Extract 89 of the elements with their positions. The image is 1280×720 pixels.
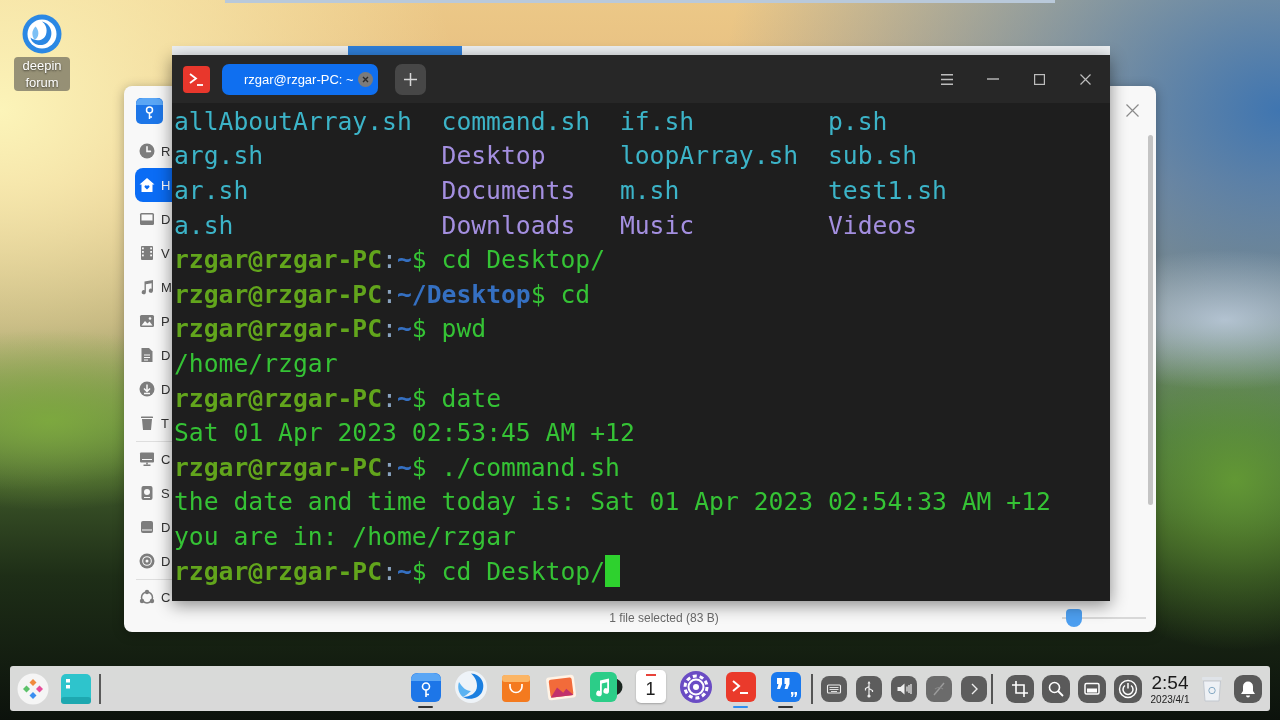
terminal-icon[interactable] xyxy=(723,670,758,704)
file-name: arg.sh xyxy=(174,141,264,171)
output-line: you are in: /home/rzgar xyxy=(174,521,516,551)
folder-name: Desktop xyxy=(441,141,546,171)
file-name: ar.sh xyxy=(174,176,249,205)
monitor-icon[interactable] xyxy=(1078,674,1106,703)
search-icon[interactable] xyxy=(1042,674,1070,703)
file-name: sub.sh xyxy=(827,141,918,171)
power-icon[interactable] xyxy=(1114,674,1142,703)
output-line: /home/rzgar xyxy=(174,348,338,378)
menu-icon[interactable] xyxy=(941,73,953,85)
monitor-icon xyxy=(139,211,155,227)
sidebar-item[interactable]: C xyxy=(135,442,172,476)
file-name: m.sh xyxy=(619,176,680,205)
sidebar-item[interactable]: D xyxy=(135,544,172,578)
sidebar-item[interactable]: V xyxy=(135,236,172,270)
trash-icon xyxy=(139,415,155,431)
file-name: test1.sh xyxy=(827,176,947,205)
image-icon xyxy=(139,313,155,329)
sidebar-item[interactable]: S xyxy=(135,476,172,510)
swirl-logo-icon[interactable] xyxy=(22,14,62,54)
command-line: rzgar@rzgar-PC:~/Desktop$ cd xyxy=(174,279,591,309)
drive-icon xyxy=(139,485,155,501)
maximize-icon[interactable] xyxy=(1033,73,1045,85)
sidebar-item[interactable]: M xyxy=(135,270,172,304)
calendar-button[interactable]: 1 xyxy=(635,670,666,703)
computer-icon xyxy=(139,451,155,467)
quote-icon[interactable] xyxy=(768,670,803,704)
command-line: rzgar@rzgar-PC:~$ ./command.sh xyxy=(174,452,620,482)
film-icon xyxy=(139,245,155,261)
folder-name: Documents xyxy=(441,176,576,205)
slider-thumb[interactable] xyxy=(1066,609,1083,627)
drive-icon xyxy=(139,519,155,535)
folder-name: Music xyxy=(619,210,695,240)
command-line: rzgar@rzgar-PC:~$ pwd xyxy=(174,314,487,344)
sidebar-item[interactable]: D xyxy=(135,510,172,544)
clock-date[interactable]: 2023/4/1 xyxy=(1150,694,1190,705)
music-note-icon xyxy=(139,279,155,295)
crop-icon[interactable] xyxy=(1006,674,1034,703)
sidebar-item[interactable]: D xyxy=(135,338,172,372)
new-tab-button[interactable] xyxy=(395,63,426,95)
network-icon xyxy=(139,589,155,605)
file-name: p.sh xyxy=(827,106,888,136)
swirl-icon[interactable] xyxy=(453,670,488,704)
sidebar-item[interactable]: T xyxy=(135,406,172,440)
slash-icon[interactable] xyxy=(925,675,952,702)
volume-icon[interactable] xyxy=(890,675,917,702)
plus-icon xyxy=(404,72,417,86)
folder-name: Downloads xyxy=(441,210,576,240)
folder-name: Videos xyxy=(827,210,918,240)
file-name: loopArray.sh xyxy=(619,141,799,171)
clock-icon xyxy=(139,143,155,159)
keyboard-icon[interactable] xyxy=(820,675,847,702)
file-name: command.sh xyxy=(441,106,591,136)
sidebar-item[interactable]: C xyxy=(135,580,172,614)
status-text: 1 file selected (83 B) xyxy=(609,611,719,625)
chevron-right-icon[interactable] xyxy=(960,675,987,702)
sidebar-item[interactable]: H xyxy=(135,168,172,202)
output-line: the date and time today is: Sat 01 Apr 2023 02:54:33 AM +12 xyxy=(174,487,1051,517)
bell-icon[interactable] xyxy=(1234,674,1262,703)
settings-icon[interactable] xyxy=(678,670,713,704)
sidebar-item[interactable]: D xyxy=(135,372,172,406)
list-tile-icon[interactable] xyxy=(60,672,92,705)
file-name: if.sh xyxy=(619,106,695,136)
music-note-icon[interactable] xyxy=(588,670,623,704)
output-line: Sat 01 Apr 2023 02:53:45 AM +12 xyxy=(174,418,635,448)
terminal-tab[interactable]: rzgar@rzgar-PC: ~ xyxy=(222,63,378,95)
close-icon[interactable] xyxy=(358,71,373,87)
command-line: rzgar@rzgar-PC:~$ cd Desktop/ xyxy=(174,245,606,275)
sidebar-item[interactable]: D xyxy=(135,202,172,236)
sidebar-item[interactable]: P xyxy=(135,304,172,338)
key-app-icon[interactable] xyxy=(408,670,443,704)
command-line: rzgar@rzgar-PC:~$ date xyxy=(174,383,502,413)
clock-time[interactable]: 2:54 xyxy=(1151,672,1189,692)
icon-label: deepin forum xyxy=(14,57,70,91)
usb-icon[interactable] xyxy=(855,675,882,702)
document-icon xyxy=(139,347,155,363)
sidebar-item[interactable]: R xyxy=(135,134,172,168)
file-name: allAboutArray.sh xyxy=(174,106,412,136)
terminal-icon xyxy=(183,65,210,93)
disc-icon xyxy=(139,553,155,569)
launcher-icon[interactable] xyxy=(17,672,49,705)
key-app-icon xyxy=(136,96,163,124)
home-icon xyxy=(139,177,155,193)
close-icon[interactable] xyxy=(1079,73,1091,85)
download-icon xyxy=(139,381,155,397)
scrollbar-thumb[interactable] xyxy=(1148,135,1153,505)
file-name: a.sh xyxy=(174,210,234,240)
command-line: rzgar@rzgar-PC:~$ cd Desktop/ xyxy=(174,556,606,586)
